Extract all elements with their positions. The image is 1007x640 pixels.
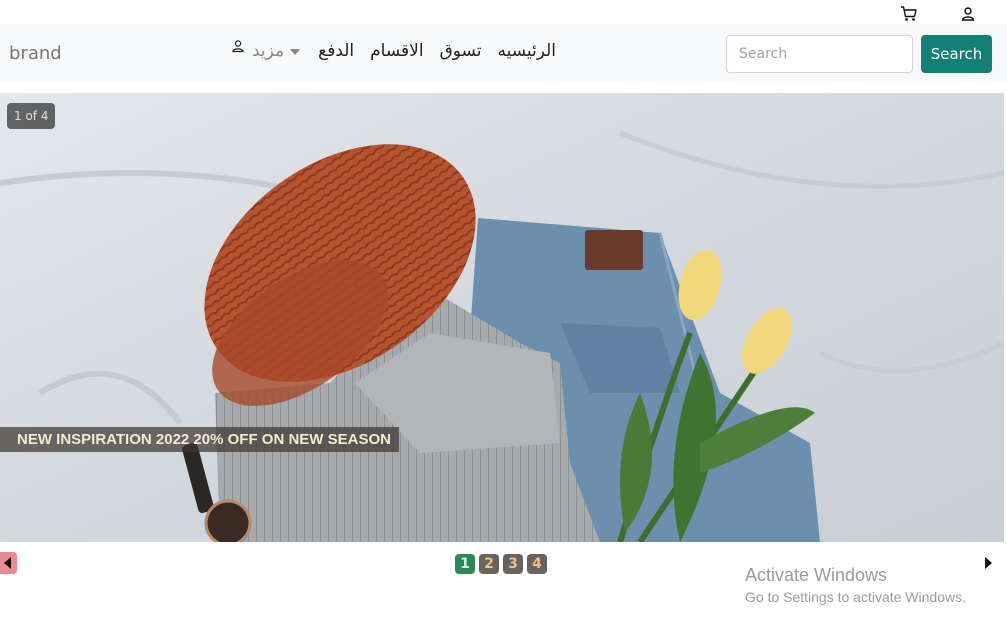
carousel-slide: 1 of 4 NEW INSPIRATION 2022 20% OFF ON N… bbox=[0, 93, 1004, 542]
watermark-subtitle: Go to Settings to activate Windows. bbox=[745, 589, 966, 605]
nav-link-categories[interactable]: الاقسام bbox=[370, 41, 423, 61]
nav-links: مزيد الدفع الاقسام تسوق الرئيسيه bbox=[232, 40, 572, 61]
search-input[interactable] bbox=[726, 35, 913, 73]
slide-photo bbox=[0, 93, 1004, 542]
caret-down-icon bbox=[290, 49, 301, 55]
slide-counter: 1 of 4 bbox=[7, 103, 56, 129]
more-dropdown[interactable]: مزيد bbox=[232, 40, 301, 61]
nav-link-home[interactable]: الرئيسيه bbox=[497, 41, 556, 61]
nav-link-payment[interactable]: الدفع bbox=[318, 41, 354, 61]
main-navbar: brand مزيد الدفع الاقسام تسوق الرئيسيه S… bbox=[0, 24, 1007, 83]
pager-page-4[interactable]: 4 bbox=[527, 554, 547, 574]
activate-windows-watermark: Activate Windows Go to Settings to activ… bbox=[745, 565, 966, 605]
carousel-pager: 1 2 3 4 bbox=[455, 554, 551, 574]
pager-page-1[interactable]: 1 bbox=[455, 554, 475, 574]
pager-page-3[interactable]: 3 bbox=[503, 554, 523, 574]
more-dropdown-label: مزيد bbox=[252, 41, 285, 61]
user-icon[interactable] bbox=[961, 6, 975, 22]
slide-caption: NEW INSPIRATION 2022 20% OFF ON NEW SEAS… bbox=[0, 427, 399, 452]
search-button[interactable]: Search bbox=[921, 35, 992, 73]
pager-page-2[interactable]: 2 bbox=[479, 554, 499, 574]
carousel-next-button[interactable] bbox=[983, 555, 995, 571]
arrow-right-icon bbox=[985, 557, 992, 569]
watermark-title: Activate Windows bbox=[745, 565, 888, 585]
carousel-prev-button[interactable] bbox=[0, 552, 17, 574]
brand-logo[interactable]: brand bbox=[9, 43, 62, 64]
top-utility-bar bbox=[0, 0, 1007, 24]
nav-link-shop[interactable]: تسوق bbox=[440, 41, 482, 61]
cart-icon[interactable] bbox=[900, 6, 918, 22]
arrow-left-icon bbox=[4, 557, 11, 569]
user-icon bbox=[232, 40, 244, 53]
